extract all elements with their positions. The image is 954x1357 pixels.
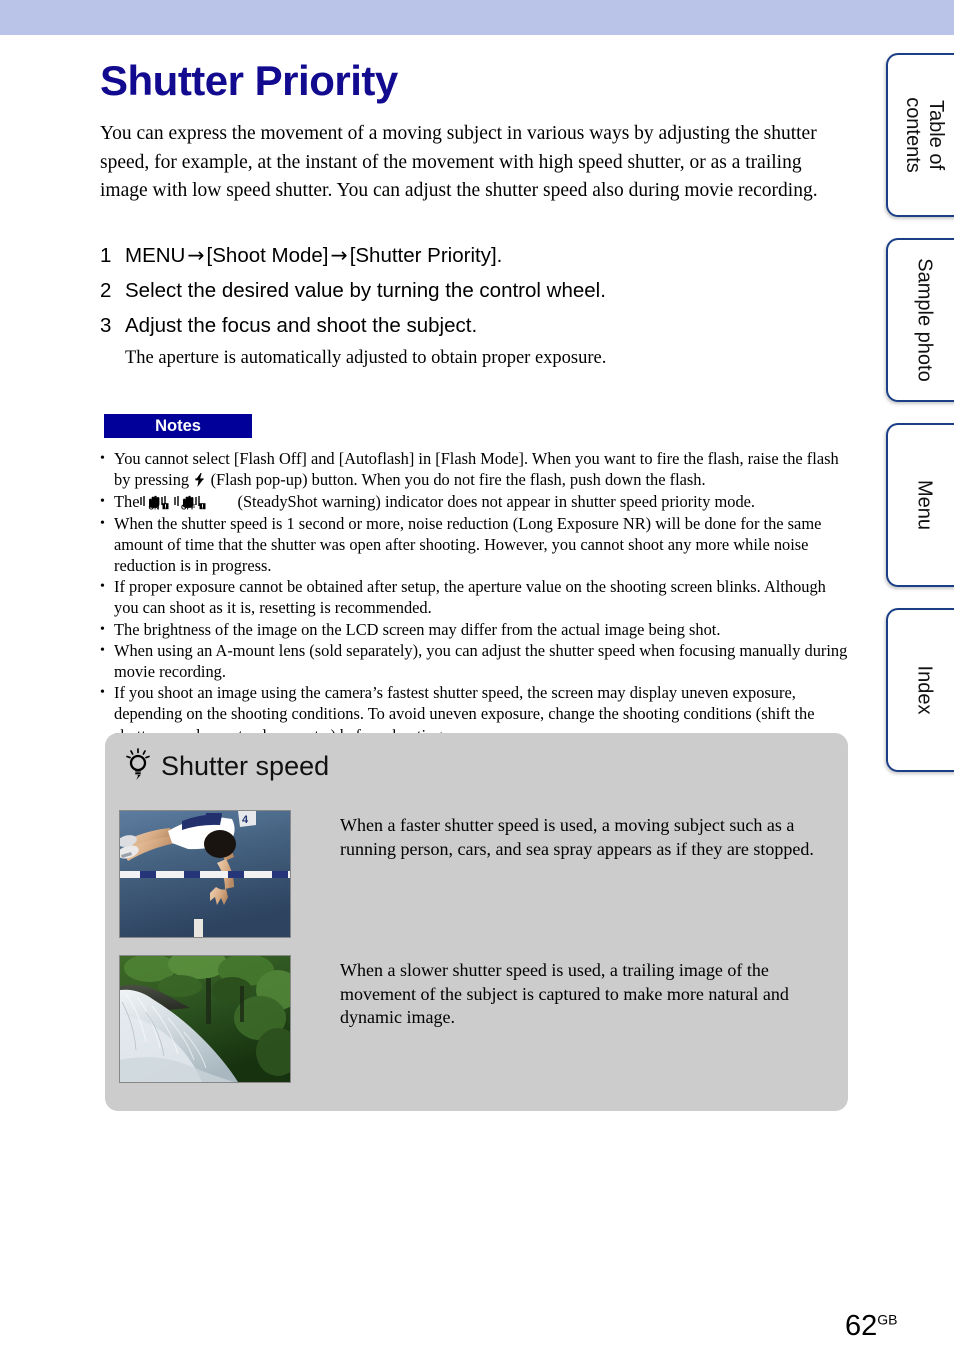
step-3-subtext: The aperture is automatically adjusted t… [125,348,607,368]
note-item: • The ON OFF (SteadyShot warning) indica… [100,491,850,512]
flash-pop-up-icon [189,471,210,489]
notes-banner-label: Notes [155,417,201,435]
step-2: 2 Select the desired value by turning th… [100,273,800,308]
note-item: • When the shutter speed is 1 second or … [100,513,850,577]
sidebar-tab-table-of-contents-label: Table of contents [902,97,947,173]
note-item: • When using an A-mount lens (sold separ… [100,640,850,682]
tip-row: 4 When a faster shutter speed is used, a… [119,810,835,938]
step-3: 3 Adjust the focus and shoot the subject… [100,308,800,343]
step-3-number: 3 [100,314,112,337]
bullet-icon: • [100,642,105,658]
high-jump-athlete-photo: 4 [119,810,291,938]
note-item: • The brightness of the image on the LCD… [100,619,850,640]
note-1-text-after: (Flash pop-up) button. When you do not f… [210,470,706,490]
sidebar-tab-index[interactable]: Index [886,608,954,772]
step-1-part-3: [Shutter Priority]. [349,244,503,267]
page-title: Shutter Priority [100,57,398,104]
step-1: 1 MENU→[Shoot Mode]→[Shutter Priority]. [100,238,800,273]
note-item: • If proper exposure cannot be obtained … [100,576,850,618]
arrow-right-icon-2: → [330,243,348,267]
note-text: You cannot select [Flash Off] and [Autof… [114,448,850,491]
svg-text:4: 4 [242,814,249,826]
lightbulb-icon [125,748,151,785]
arrow-right-icon: → [187,243,205,267]
side-tab-bar: Table of contents Sample photo Menu Inde… [880,0,954,1357]
step-1-part-2: [Shoot Mode] [206,244,329,267]
procedure-steps: 1 MENU→[Shoot Mode]→[Shutter Priority]. … [100,238,800,371]
note-item: • You cannot select [Flash Off] and [Aut… [100,448,850,491]
note-text: When using an A-mount lens (sold separat… [114,640,848,682]
tip-box: Shutter speed 4 When a faster shutter sp… [105,733,848,1111]
tip-row-1-text: When a faster shutter speed is used, a m… [340,815,814,859]
step-3-text: Adjust the focus and shoot the subject. [125,314,478,337]
svg-text:OFF: OFF [181,503,196,511]
note-text: If proper exposure cannot be obtained af… [114,577,826,618]
intro-paragraph: You can express the movement of a moving… [100,123,818,201]
step-1-text: MENU→[Shoot Mode]→[Shutter Priority]. [118,238,502,273]
sidebar-tab-sample-photo-label: Sample photo [913,258,936,382]
bullet-icon: • [100,579,105,595]
sidebar-tab-table-of-contents[interactable]: Table of contents [886,53,954,217]
waterfall-long-exposure-photo [119,955,291,1083]
step-2-number: 2 [100,279,112,302]
page-content: Shutter Priority You can express the mov… [0,35,898,1357]
bullet-icon: • [100,621,105,637]
note-text: The brightness of the image on the LCD s… [114,619,721,639]
tip-box-header: Shutter speed [125,748,329,785]
notes-banner: Notes [104,414,252,438]
note-2-text-after: (SteadyShot warning) indicator does not … [237,492,756,512]
notes-list: • You cannot select [Flash Off] and [Aut… [100,448,850,746]
sidebar-tab-menu[interactable]: Menu [886,423,954,587]
sidebar-tab-index-label: Index [913,665,936,715]
step-1-number: 1 [100,244,112,267]
tip-row-2-text: When a slower shutter speed is used, a t… [340,960,789,1028]
step-2-text: Select the desired value by turning the … [125,279,606,302]
note-text: When the shutter speed is 1 second or mo… [114,513,822,576]
top-color-band [0,0,954,35]
steadyshot-warning-icon: ON OFF [140,494,236,511]
note-text: The ON OFF (SteadyShot warning) indicato… [114,491,850,512]
tip-row: When a slower shutter speed is used, a t… [119,955,835,1083]
sidebar-tab-sample-photo[interactable]: Sample photo [886,238,954,402]
svg-text:ON: ON [149,503,160,511]
page-number-value: 62 [845,1310,878,1342]
tip-box-title: Shutter speed [161,751,330,781]
bullet-icon: • [100,451,105,466]
sidebar-tab-menu-label: Menu [913,479,936,531]
step-1-part-1: MENU [125,244,186,267]
note-2-text-before: The [114,492,140,512]
bullet-icon: • [100,494,105,510]
bullet-icon: • [100,515,105,531]
